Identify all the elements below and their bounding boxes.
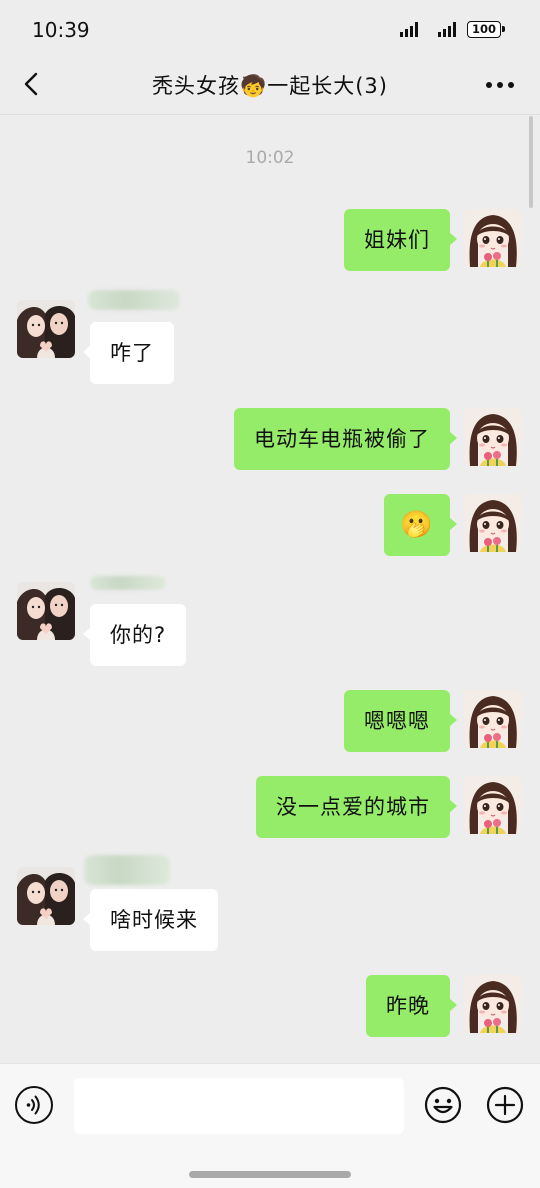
emoji-icon	[424, 1086, 462, 1124]
message-bubble-other[interactable]: 你的?	[82, 604, 187, 666]
status-time: 10:39	[32, 18, 90, 42]
input-bar	[0, 1063, 540, 1188]
message-bubble-mine[interactable]: 昨晚	[366, 975, 457, 1037]
message-bubble-mine[interactable]: 姐妹们	[344, 209, 457, 271]
blurred-member-name	[88, 290, 180, 310]
back-icon	[24, 72, 38, 96]
member-avatar[interactable]	[17, 300, 75, 358]
message-bubble-emoji[interactable]: 🫢	[384, 494, 457, 556]
message-bubble-other[interactable]: 啥时候来	[83, 889, 218, 951]
my-avatar[interactable]	[464, 690, 522, 748]
my-avatar[interactable]	[464, 408, 522, 466]
member-avatar[interactable]	[17, 867, 75, 925]
my-avatar[interactable]	[464, 209, 522, 267]
plus-button[interactable]	[486, 1086, 524, 1124]
message-input[interactable]	[74, 1078, 404, 1134]
chat-timestamp: 10:02	[245, 148, 295, 168]
chat-title-suffix: 一起长大(3)	[267, 74, 388, 98]
message-bubble-other[interactable]: 咋了	[83, 322, 174, 384]
voice-button[interactable]	[15, 1086, 53, 1124]
chat-title: 秃头女孩🧒一起长大(3)	[90, 70, 450, 100]
more-button[interactable]	[484, 77, 516, 93]
message-bubble-mine[interactable]: 电动车电瓶被偷了	[234, 408, 457, 470]
plus-icon	[486, 1086, 524, 1124]
blurred-member-name	[84, 855, 170, 885]
my-avatar[interactable]	[464, 776, 522, 834]
my-avatar[interactable]	[464, 494, 522, 552]
blurred-member-name	[90, 576, 166, 590]
status-bar: 10:39 100	[0, 0, 540, 60]
emoji-button[interactable]	[424, 1086, 462, 1124]
voice-icon	[26, 1095, 40, 1115]
more-icon	[486, 82, 514, 88]
home-indicator[interactable]	[189, 1171, 351, 1178]
cell-signal-1-icon	[400, 22, 418, 37]
my-avatar[interactable]	[464, 975, 522, 1033]
chat-header: 秃头女孩🧒一起长大(3)	[0, 60, 540, 115]
back-button[interactable]	[18, 70, 48, 100]
chat-title-emoji: 🧒	[240, 74, 268, 98]
message-bubble-mine[interactable]: 没一点爱的城市	[256, 776, 457, 838]
battery-icon: 100	[467, 21, 505, 38]
chat-title-text: 秃头女孩	[152, 74, 241, 98]
cell-signal-2-icon	[438, 22, 456, 37]
member-avatar[interactable]	[17, 582, 75, 640]
message-bubble-mine[interactable]: 嗯嗯嗯	[344, 690, 457, 752]
